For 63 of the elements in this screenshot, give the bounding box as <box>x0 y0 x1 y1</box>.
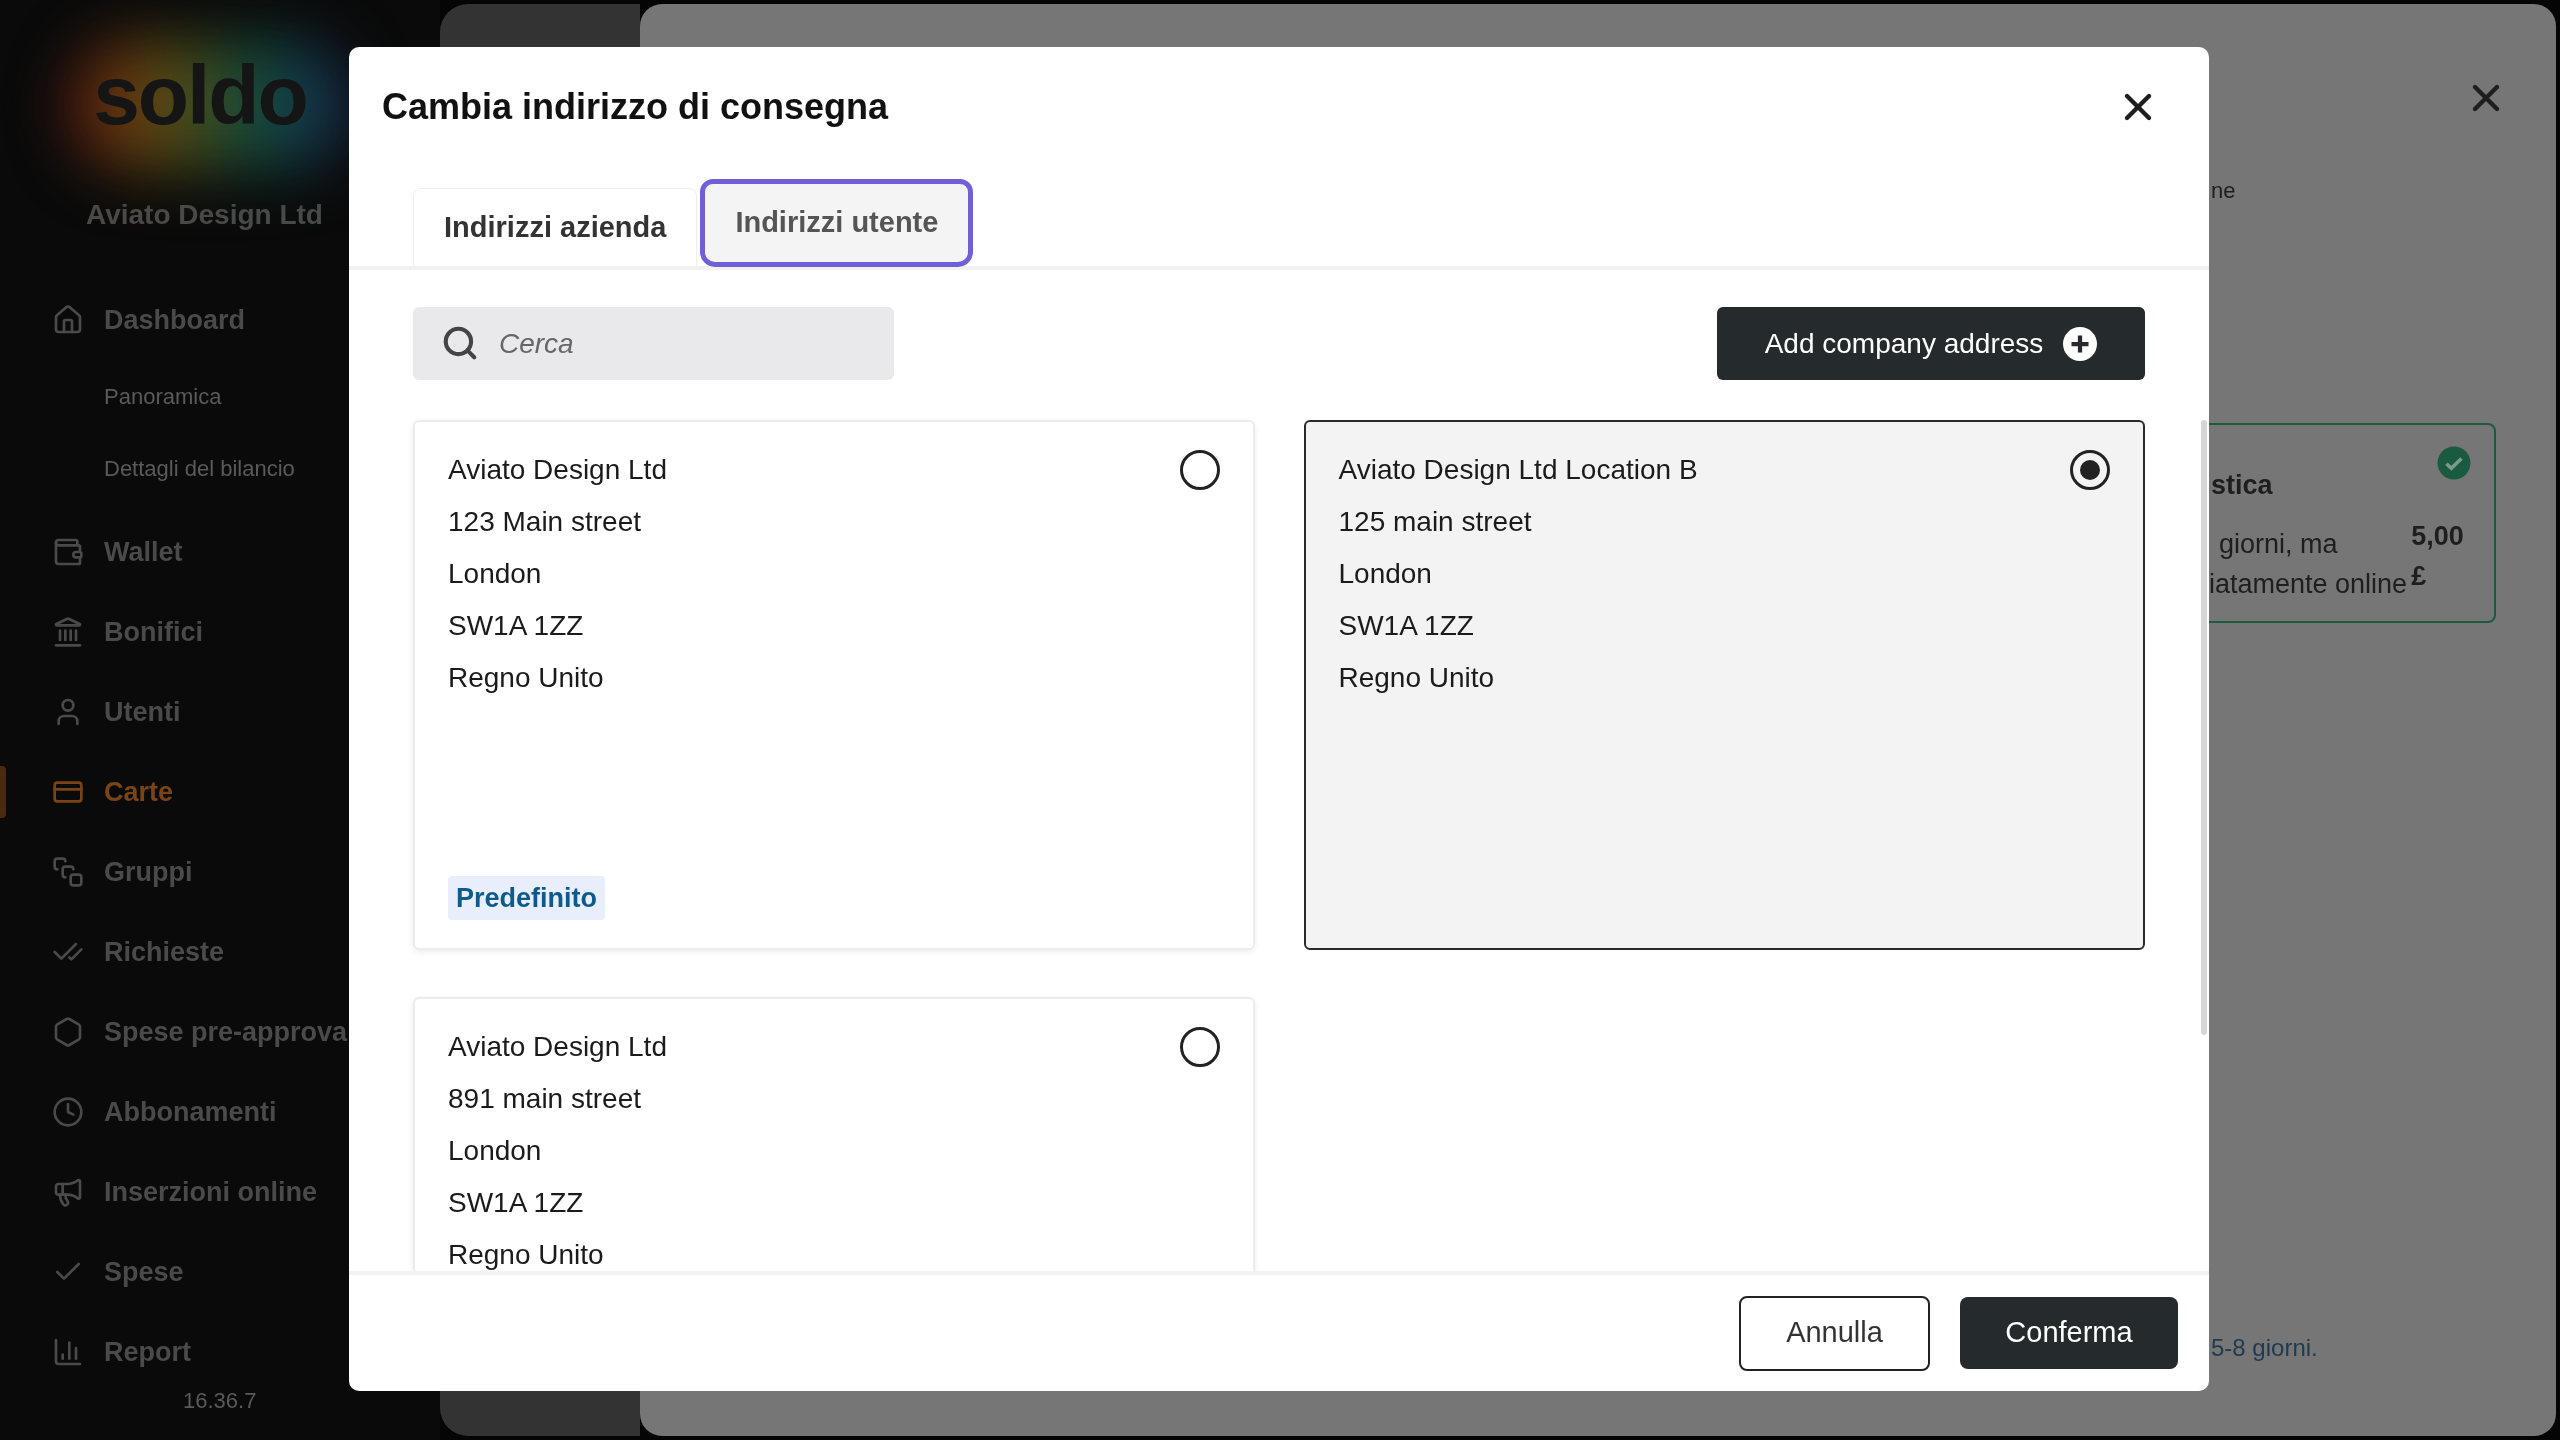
address-line: 125 main street <box>1338 505 1533 539</box>
address-line: Aviato Design Ltd <box>448 453 667 487</box>
sidebar-item[interactable]: Carte <box>104 771 174 813</box>
version-label: 16.36.7 <box>183 1387 258 1415</box>
selected-indicator <box>0 766 6 818</box>
bank-icon <box>52 616 84 648</box>
sidebar-item[interactable]: Spese pre-approva <box>104 1011 348 1053</box>
sidebar-subitem[interactable]: Panoramica <box>104 379 222 413</box>
address-line: SW1A 1ZZ <box>448 609 585 643</box>
logo: soldo <box>93 47 307 144</box>
sidebar-item[interactable]: Richieste <box>104 931 225 973</box>
sidebar-subitem[interactable]: Dettagli del bilancio <box>104 451 295 485</box>
tab[interactable]: Indirizzi azienda <box>413 188 698 266</box>
address-card[interactable]: Aviato Design Ltd Location B 125 main street London SW1A 1ZZ Regno Unito <box>1303 420 2145 950</box>
address-line: Aviato Design Ltd <box>448 1030 667 1064</box>
default-badge: Predefinito <box>448 875 605 920</box>
note-fragment: 5-8 giorni. <box>2211 1333 2318 1363</box>
address-line: Regno Unito <box>1338 661 1496 695</box>
radio-button[interactable] <box>1179 450 1220 490</box>
dialog-title: Cambia indirizzo di consegna <box>382 85 889 129</box>
search-icon <box>441 324 479 362</box>
squares-icon <box>52 856 84 888</box>
address-line: SW1A 1ZZ <box>448 1186 585 1220</box>
sidebar-item[interactable]: Gruppi <box>104 851 193 893</box>
address-line: SW1A 1ZZ <box>1338 609 1475 643</box>
confirm-button[interactable]: Conferma <box>1960 1297 2178 1369</box>
bar-chart-icon <box>52 1336 84 1368</box>
address-line: Regno Unito <box>448 661 605 695</box>
address-line: London <box>448 1134 543 1168</box>
sidebar-item[interactable]: Report <box>104 1331 191 1368</box>
plus-circle-icon <box>2063 326 2098 361</box>
option-text-fragment: iatamente online <box>2209 567 2408 601</box>
radio-button[interactable] <box>1179 1027 1220 1067</box>
search-field[interactable]: Cerca <box>413 307 894 380</box>
home-icon <box>52 304 84 336</box>
option-price: 5,00 <box>2411 519 2464 553</box>
address-line: London <box>1338 557 1433 591</box>
heading-fragment: ne <box>2210 177 2237 205</box>
currency-symbol: £ <box>2411 559 2428 593</box>
sidebar-item[interactable]: Utenti <box>104 691 181 733</box>
sidebar-item[interactable]: Bonifici <box>104 611 203 653</box>
wallet-icon <box>52 536 84 568</box>
cancel-button[interactable]: Annulla <box>1739 1295 1930 1371</box>
address-line: Regno Unito <box>448 1238 605 1271</box>
sidebar-item[interactable]: Dashboard <box>104 299 246 341</box>
megaphone-icon <box>52 1176 84 1208</box>
address-line: 123 Main street <box>448 505 642 539</box>
clock-icon <box>52 1096 84 1128</box>
address-card[interactable]: Aviato Design Ltd 891 main street London SW1A 1ZZ Regno Unito <box>413 997 1255 1271</box>
hexagon-icon <box>52 1016 84 1048</box>
option-text-fragment: giorni, ma <box>2218 527 2339 561</box>
address-card[interactable]: Aviato Design Ltd 123 Main street London SW1A 1ZZ Regno Unito Predefinito <box>413 420 1255 950</box>
sidebar-item[interactable]: Wallet <box>104 531 183 573</box>
company-name: Aviato Design Ltd <box>86 198 324 232</box>
option-title-fragment: stica <box>2211 469 2274 502</box>
address-line: London <box>448 557 543 591</box>
sidebar-item[interactable]: Inserzioni online <box>104 1171 318 1213</box>
sidebar-item[interactable]: Abbonamenti <box>104 1091 277 1133</box>
sidebar-item[interactable]: Spese <box>104 1251 184 1293</box>
radio-button[interactable] <box>2070 450 2110 490</box>
add-address-button[interactable]: Add company address <box>1717 307 2145 380</box>
address-line: 891 main street <box>448 1082 642 1116</box>
address-line: Aviato Design Ltd Location B <box>1338 453 1698 487</box>
